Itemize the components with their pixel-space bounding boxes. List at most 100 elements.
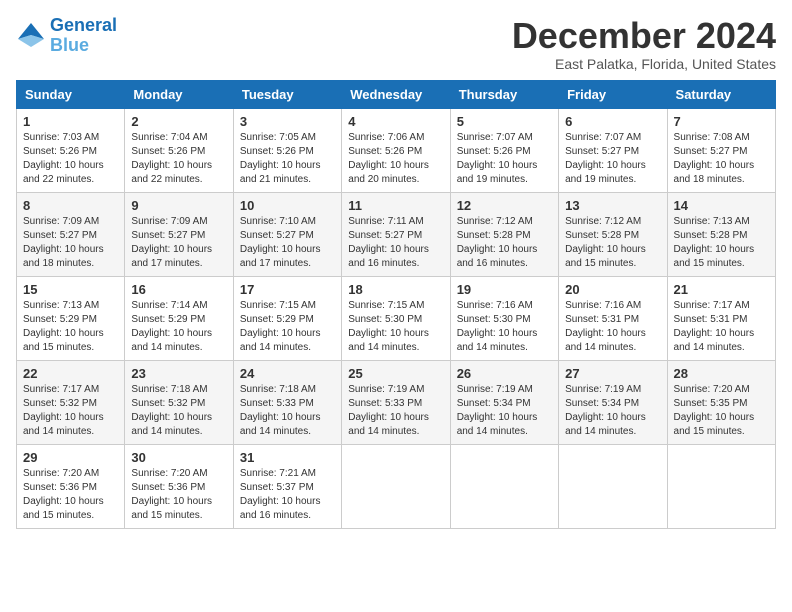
day-info: Sunrise: 7:12 AM Sunset: 5:28 PM Dayligh… bbox=[565, 215, 660, 271]
day-info: Sunrise: 7:20 AM Sunset: 5:36 PM Dayligh… bbox=[23, 467, 118, 523]
day-number: 17 bbox=[240, 282, 335, 297]
day-number: 28 bbox=[674, 366, 769, 381]
calendar-week-row: 1Sunrise: 7:03 AM Sunset: 5:26 PM Daylig… bbox=[17, 108, 776, 192]
day-info: Sunrise: 7:19 AM Sunset: 5:33 PM Dayligh… bbox=[348, 383, 443, 439]
calendar-day-cell: 24 Sunrise: 7:18 AM Sunset: 5:33 PM Dayli… bbox=[233, 360, 341, 444]
weekday-header-cell: Saturday bbox=[667, 80, 775, 108]
calendar-week-row: 29 Sunrise: 7:20 AM Sunset: 5:36 PM Dayli… bbox=[17, 444, 776, 528]
calendar-day-cell: 10 Sunrise: 7:10 AM Sunset: 5:27 PM Dayli… bbox=[233, 192, 341, 276]
calendar-day-cell bbox=[450, 444, 558, 528]
calendar-day-cell: 20 Sunrise: 7:16 AM Sunset: 5:31 PM Dayli… bbox=[559, 276, 667, 360]
day-info: Sunrise: 7:06 AM Sunset: 5:26 PM Dayligh… bbox=[348, 131, 443, 187]
day-info: Sunrise: 7:20 AM Sunset: 5:36 PM Dayligh… bbox=[131, 467, 226, 523]
day-number: 3 bbox=[240, 114, 335, 129]
day-info: Sunrise: 7:18 AM Sunset: 5:33 PM Dayligh… bbox=[240, 383, 335, 439]
day-number: 21 bbox=[674, 282, 769, 297]
calendar-day-cell: 9Sunrise: 7:09 AM Sunset: 5:27 PM Daylig… bbox=[125, 192, 233, 276]
day-number: 25 bbox=[348, 366, 443, 381]
logo-icon bbox=[16, 21, 46, 51]
calendar-day-cell: 16 Sunrise: 7:14 AM Sunset: 5:29 PM Dayli… bbox=[125, 276, 233, 360]
day-info: Sunrise: 7:15 AM Sunset: 5:30 PM Dayligh… bbox=[348, 299, 443, 355]
calendar-day-cell: 11Sunrise: 7:11 AM Sunset: 5:27 PM Dayli… bbox=[342, 192, 450, 276]
weekday-header-cell: Monday bbox=[125, 80, 233, 108]
day-number: 27 bbox=[565, 366, 660, 381]
calendar-day-cell: 6 Sunrise: 7:07 AM Sunset: 5:27 PM Daylig… bbox=[559, 108, 667, 192]
day-number: 31 bbox=[240, 450, 335, 465]
calendar-day-cell: 19Sunrise: 7:16 AM Sunset: 5:30 PM Dayli… bbox=[450, 276, 558, 360]
day-number: 13 bbox=[565, 198, 660, 213]
calendar-day-cell: 30 Sunrise: 7:20 AM Sunset: 5:36 PM Dayli… bbox=[125, 444, 233, 528]
calendar-week-row: 15 Sunrise: 7:13 AM Sunset: 5:29 PM Dayli… bbox=[17, 276, 776, 360]
calendar-day-cell: 18 Sunrise: 7:15 AM Sunset: 5:30 PM Dayli… bbox=[342, 276, 450, 360]
day-number: 10 bbox=[240, 198, 335, 213]
day-number: 18 bbox=[348, 282, 443, 297]
day-info: Sunrise: 7:04 AM Sunset: 5:26 PM Dayligh… bbox=[131, 131, 226, 187]
logo: General Blue bbox=[16, 16, 117, 56]
day-number: 2 bbox=[131, 114, 226, 129]
logo-text: General Blue bbox=[50, 16, 117, 56]
calendar-day-cell: 12 Sunrise: 7:12 AM Sunset: 5:28 PM Dayli… bbox=[450, 192, 558, 276]
day-info: Sunrise: 7:08 AM Sunset: 5:27 PM Dayligh… bbox=[674, 131, 769, 187]
calendar-body: 1Sunrise: 7:03 AM Sunset: 5:26 PM Daylig… bbox=[17, 108, 776, 528]
calendar-day-cell: 17 Sunrise: 7:15 AM Sunset: 5:29 PM Dayli… bbox=[233, 276, 341, 360]
calendar-day-cell: 1Sunrise: 7:03 AM Sunset: 5:26 PM Daylig… bbox=[17, 108, 125, 192]
day-number: 4 bbox=[348, 114, 443, 129]
calendar-day-cell: 2 Sunrise: 7:04 AM Sunset: 5:26 PM Daylig… bbox=[125, 108, 233, 192]
day-info: Sunrise: 7:05 AM Sunset: 5:26 PM Dayligh… bbox=[240, 131, 335, 187]
day-number: 29 bbox=[23, 450, 118, 465]
calendar-day-cell: 3 Sunrise: 7:05 AM Sunset: 5:26 PM Daylig… bbox=[233, 108, 341, 192]
day-info: Sunrise: 7:17 AM Sunset: 5:32 PM Dayligh… bbox=[23, 383, 118, 439]
day-number: 5 bbox=[457, 114, 552, 129]
calendar-day-cell: 8Sunrise: 7:09 AM Sunset: 5:27 PM Daylig… bbox=[17, 192, 125, 276]
day-info: Sunrise: 7:13 AM Sunset: 5:28 PM Dayligh… bbox=[674, 215, 769, 271]
day-number: 24 bbox=[240, 366, 335, 381]
day-info: Sunrise: 7:09 AM Sunset: 5:27 PM Dayligh… bbox=[23, 215, 118, 271]
calendar-day-cell: 13 Sunrise: 7:12 AM Sunset: 5:28 PM Dayli… bbox=[559, 192, 667, 276]
calendar-day-cell: 28 Sunrise: 7:20 AM Sunset: 5:35 PM Dayli… bbox=[667, 360, 775, 444]
calendar-day-cell: 23Sunrise: 7:18 AM Sunset: 5:32 PM Dayli… bbox=[125, 360, 233, 444]
day-info: Sunrise: 7:12 AM Sunset: 5:28 PM Dayligh… bbox=[457, 215, 552, 271]
day-info: Sunrise: 7:17 AM Sunset: 5:31 PM Dayligh… bbox=[674, 299, 769, 355]
day-info: Sunrise: 7:13 AM Sunset: 5:29 PM Dayligh… bbox=[23, 299, 118, 355]
day-info: Sunrise: 7:15 AM Sunset: 5:29 PM Dayligh… bbox=[240, 299, 335, 355]
day-number: 22 bbox=[23, 366, 118, 381]
calendar-day-cell bbox=[342, 444, 450, 528]
day-info: Sunrise: 7:07 AM Sunset: 5:26 PM Dayligh… bbox=[457, 131, 552, 187]
day-number: 1 bbox=[23, 114, 118, 129]
day-number: 12 bbox=[457, 198, 552, 213]
title-section: December 2024 East Palatka, Florida, Uni… bbox=[512, 16, 776, 72]
calendar-subtitle: East Palatka, Florida, United States bbox=[512, 56, 776, 72]
weekday-header-cell: Thursday bbox=[450, 80, 558, 108]
calendar-day-cell: 29 Sunrise: 7:20 AM Sunset: 5:36 PM Dayli… bbox=[17, 444, 125, 528]
calendar-day-cell: 25 Sunrise: 7:19 AM Sunset: 5:33 PM Dayli… bbox=[342, 360, 450, 444]
day-number: 30 bbox=[131, 450, 226, 465]
calendar-day-cell: 4 Sunrise: 7:06 AM Sunset: 5:26 PM Daylig… bbox=[342, 108, 450, 192]
page-header: General Blue December 2024 East Palatka,… bbox=[16, 16, 776, 72]
calendar-table: SundayMondayTuesdayWednesdayThursdayFrid… bbox=[16, 80, 776, 529]
calendar-day-cell: 15 Sunrise: 7:13 AM Sunset: 5:29 PM Dayli… bbox=[17, 276, 125, 360]
day-info: Sunrise: 7:20 AM Sunset: 5:35 PM Dayligh… bbox=[674, 383, 769, 439]
day-info: Sunrise: 7:16 AM Sunset: 5:30 PM Dayligh… bbox=[457, 299, 552, 355]
day-number: 20 bbox=[565, 282, 660, 297]
calendar-day-cell: 22 Sunrise: 7:17 AM Sunset: 5:32 PM Dayli… bbox=[17, 360, 125, 444]
day-info: Sunrise: 7:19 AM Sunset: 5:34 PM Dayligh… bbox=[457, 383, 552, 439]
calendar-day-cell: 26 Sunrise: 7:19 AM Sunset: 5:34 PM Dayli… bbox=[450, 360, 558, 444]
day-info: Sunrise: 7:14 AM Sunset: 5:29 PM Dayligh… bbox=[131, 299, 226, 355]
calendar-day-cell: 7Sunrise: 7:08 AM Sunset: 5:27 PM Daylig… bbox=[667, 108, 775, 192]
calendar-day-cell: 14Sunrise: 7:13 AM Sunset: 5:28 PM Dayli… bbox=[667, 192, 775, 276]
day-info: Sunrise: 7:16 AM Sunset: 5:31 PM Dayligh… bbox=[565, 299, 660, 355]
weekday-header-cell: Sunday bbox=[17, 80, 125, 108]
day-info: Sunrise: 7:10 AM Sunset: 5:27 PM Dayligh… bbox=[240, 215, 335, 271]
day-info: Sunrise: 7:09 AM Sunset: 5:27 PM Dayligh… bbox=[131, 215, 226, 271]
calendar-day-cell: 31Sunrise: 7:21 AM Sunset: 5:37 PM Dayli… bbox=[233, 444, 341, 528]
day-number: 6 bbox=[565, 114, 660, 129]
day-info: Sunrise: 7:07 AM Sunset: 5:27 PM Dayligh… bbox=[565, 131, 660, 187]
day-number: 23 bbox=[131, 366, 226, 381]
weekday-header-row: SundayMondayTuesdayWednesdayThursdayFrid… bbox=[17, 80, 776, 108]
weekday-header-cell: Friday bbox=[559, 80, 667, 108]
day-number: 15 bbox=[23, 282, 118, 297]
day-number: 16 bbox=[131, 282, 226, 297]
weekday-header-cell: Wednesday bbox=[342, 80, 450, 108]
calendar-day-cell: 27Sunrise: 7:19 AM Sunset: 5:34 PM Dayli… bbox=[559, 360, 667, 444]
day-number: 26 bbox=[457, 366, 552, 381]
